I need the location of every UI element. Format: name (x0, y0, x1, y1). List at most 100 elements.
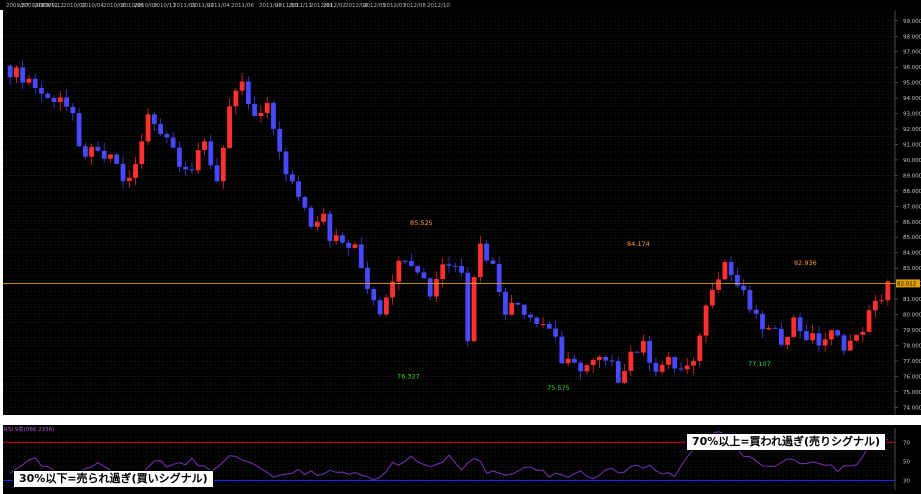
candle-body (208, 141, 214, 166)
current-price-label: 82.012 (897, 281, 916, 287)
candle-body (214, 165, 220, 182)
candle-body (572, 358, 577, 363)
candle-body (45, 93, 51, 98)
candle-body (678, 368, 684, 370)
candle-body (822, 339, 828, 346)
y-tick-label: 87.000 (903, 204, 921, 210)
candle-body (57, 97, 63, 102)
candle-body (791, 317, 797, 337)
candle-body (521, 304, 527, 315)
candle-body (151, 114, 157, 124)
candle-body (697, 335, 703, 361)
candle-body (70, 106, 76, 114)
candle-body (785, 336, 790, 345)
candle-body (640, 340, 646, 353)
candle-body (101, 150, 107, 159)
candle-body (597, 356, 602, 360)
y-tick-label: 97.000 (903, 50, 921, 56)
candle-body (760, 313, 765, 330)
candle-body (7, 65, 13, 78)
y-tick-label: 78.000 (903, 343, 921, 349)
candle-body (302, 196, 308, 208)
price-annotation: 75.575 (547, 384, 570, 392)
candle-body (484, 243, 489, 261)
candle-body (239, 81, 245, 91)
candle-body (446, 264, 452, 266)
candle-body (296, 181, 301, 197)
candle-body (810, 333, 816, 341)
candle-body (321, 213, 326, 222)
y-tick-label: 99.000 (903, 19, 921, 25)
candle-body (14, 67, 19, 78)
price-annotation: 77.107 (748, 360, 771, 368)
candle-body (854, 334, 859, 341)
candle-body (39, 88, 44, 94)
price-annotation: 82.936 (794, 259, 817, 267)
candle-body (51, 97, 57, 102)
candle-body (628, 351, 634, 371)
rsi-legend: RSI 9本(066 2336) (4, 427, 55, 433)
candle-body (352, 244, 358, 248)
rsi-tick-label: 30 (903, 478, 910, 484)
candle-body (477, 243, 483, 278)
candle-body (709, 289, 715, 306)
candle-body (139, 141, 145, 165)
y-tick-label: 86.000 (903, 220, 921, 226)
candle-body (584, 365, 590, 372)
candle-body (490, 260, 496, 264)
candle-body (271, 102, 276, 129)
y-tick-label: 84.000 (903, 251, 921, 257)
candle-body (797, 317, 803, 332)
candle-body (145, 114, 151, 142)
candle-body (559, 336, 565, 364)
candle-body (164, 134, 170, 138)
candle-body (396, 260, 402, 282)
y-tick-label: 85.000 (903, 235, 921, 241)
y-tick-label: 89.000 (903, 173, 921, 179)
candle-body (747, 290, 753, 310)
candle-body (452, 265, 458, 267)
candle-body (202, 141, 207, 151)
candle-body (703, 305, 709, 336)
candle-body (672, 356, 678, 369)
y-tick-label: 91.000 (903, 142, 921, 148)
candle-body (471, 277, 477, 342)
candle-body (653, 362, 659, 372)
candle-body (264, 102, 270, 113)
candle-body (772, 327, 778, 329)
candle-body (189, 169, 195, 171)
y-tick-label: 79.000 (903, 328, 921, 334)
x-tick-label: 2011/11 (289, 3, 312, 9)
y-tick-label: 92.000 (903, 127, 921, 133)
x-tick-label: 2011/06 (231, 3, 254, 9)
candle-body (333, 235, 339, 242)
y-tick-label: 90.000 (903, 158, 921, 164)
candle-body (684, 365, 690, 370)
candle-body (340, 235, 345, 243)
y-tick-label: 98.000 (903, 34, 921, 40)
y-tick-label: 77.000 (903, 359, 921, 365)
candle-body (434, 278, 439, 297)
candle-body (503, 291, 508, 315)
candle-body (622, 370, 627, 383)
candle-body (289, 174, 295, 182)
y-tick-label: 95.000 (903, 81, 921, 87)
candle-body (885, 281, 891, 301)
candle-body (383, 297, 389, 315)
candle-body (496, 263, 502, 292)
candle-body (803, 331, 809, 341)
y-tick-label: 88.000 (903, 189, 921, 195)
rsi-tick-label: 50 (903, 459, 910, 465)
candle-body (170, 137, 176, 148)
candle-body (872, 300, 878, 311)
candle-body (741, 285, 747, 291)
candle-body (766, 327, 772, 330)
candle-body (647, 340, 653, 363)
x-tick-label: 2012/08 (403, 3, 426, 9)
candle-body (816, 333, 822, 346)
candle-body (634, 351, 640, 353)
candle-body (177, 147, 182, 167)
candle-body (847, 340, 853, 351)
candle-body (540, 323, 546, 325)
candle-body (227, 106, 232, 148)
